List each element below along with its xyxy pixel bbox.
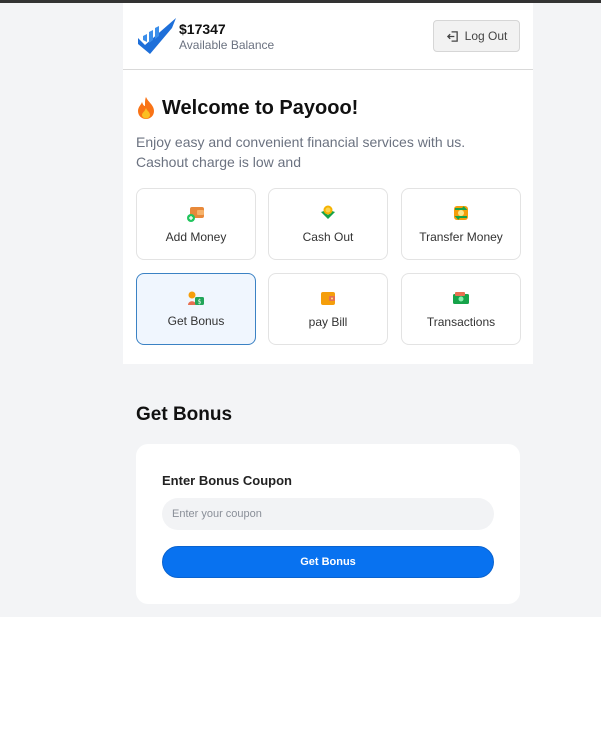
get-bonus-button[interactable]: Get Bonus: [162, 546, 494, 578]
svg-text:$: $: [198, 299, 202, 306]
bonus-icon: $: [188, 291, 204, 306]
wallet-add-icon: [187, 207, 204, 222]
coupon-field-label: Enter Bonus Coupon: [162, 473, 292, 488]
balance-label: Available Balance: [179, 38, 275, 52]
header: $17347 Available Balance Log Out: [123, 3, 533, 70]
main-card: $17347 Available Balance Log Out Welcome…: [123, 3, 533, 364]
welcome-heading: Welcome to Payooo!: [136, 96, 358, 120]
service-label: Transfer Money: [419, 230, 503, 244]
service-tile-pay-bill[interactable]: pay Bill: [268, 273, 388, 345]
check-chart-logo-icon: [138, 18, 176, 54]
service-tile-transfer-money[interactable]: Transfer Money: [401, 188, 521, 260]
service-tile-add-money[interactable]: Add Money: [136, 188, 256, 260]
transactions-icon: [453, 292, 469, 304]
bonus-section-title: Get Bonus: [136, 404, 233, 425]
service-label: Add Money: [165, 230, 227, 244]
service-label: pay Bill: [308, 315, 348, 329]
logout-label: Log Out: [464, 29, 508, 43]
transfer-icon: [454, 206, 468, 220]
welcome-description: Enjoy easy and convenient financial serv…: [136, 134, 466, 170]
service-label: Transactions: [426, 315, 496, 329]
balance-amount: $17347: [179, 21, 226, 37]
service-label: Cash Out: [302, 230, 354, 244]
fire-icon: [138, 97, 154, 119]
welcome-title: Welcome to Payooo!: [162, 96, 359, 119]
logout-button[interactable]: Log Out: [433, 20, 520, 52]
service-tile-transactions[interactable]: Transactions: [401, 273, 521, 345]
service-tile-get-bonus[interactable]: $ Get Bonus: [136, 273, 256, 345]
bill-icon: [321, 292, 335, 305]
service-label: Get Bonus: [167, 314, 225, 328]
service-tile-cash-out[interactable]: Cash Out: [268, 188, 388, 260]
cash-out-icon: [321, 205, 335, 219]
bonus-form-card: Enter Bonus Coupon Get Bonus: [136, 444, 520, 604]
coupon-input[interactable]: [162, 498, 494, 530]
logout-arrow-icon: [446, 30, 458, 42]
